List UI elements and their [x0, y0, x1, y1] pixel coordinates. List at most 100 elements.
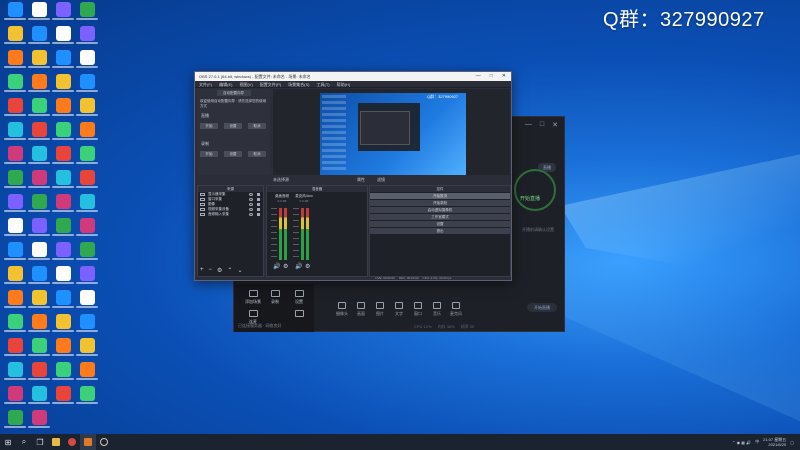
- desktop-shortcut[interactable]: [4, 218, 26, 236]
- stream-cancel-button[interactable]: 取消: [248, 123, 266, 129]
- record-settings-button[interactable]: 设置: [224, 151, 242, 157]
- search-icon[interactable]: ⌕: [16, 434, 32, 450]
- menu-item[interactable]: 配置文件(P): [260, 81, 281, 87]
- chevron-up-icon[interactable]: ⌃: [227, 267, 232, 274]
- gear-icon[interactable]: ⚙: [283, 263, 288, 270]
- lock-icon[interactable]: [257, 193, 260, 196]
- desktop-shortcut[interactable]: [4, 314, 26, 332]
- desktop-shortcut[interactable]: [76, 242, 98, 260]
- desktop-shortcut[interactable]: [52, 74, 74, 92]
- start-live-ring[interactable]: [514, 169, 556, 211]
- virtual-camera-button[interactable]: 启动虚拟摄像机: [370, 207, 510, 213]
- stream-settings-button[interactable]: 设置: [224, 123, 242, 129]
- desktop-shortcut[interactable]: [76, 194, 98, 212]
- desktop-shortcut[interactable]: [52, 386, 74, 404]
- desktop-shortcut[interactable]: [76, 266, 98, 284]
- desktop-shortcut[interactable]: [52, 50, 74, 68]
- desktop-shortcut[interactable]: [28, 146, 50, 164]
- browser-icon[interactable]: [64, 434, 80, 450]
- menu-item[interactable]: 视图(V): [239, 81, 252, 87]
- desktop-shortcut[interactable]: [4, 410, 26, 428]
- desktop-shortcut[interactable]: [28, 122, 50, 140]
- filters-button[interactable]: 滤镜: [377, 176, 385, 183]
- go-live-button[interactable]: 开始直播: [527, 303, 557, 312]
- add-icon[interactable]: +: [200, 267, 204, 274]
- desktop-shortcut[interactable]: [52, 242, 74, 260]
- studio-mode-button[interactable]: 工作室模式: [370, 214, 510, 220]
- desktop-shortcut[interactable]: [4, 338, 26, 356]
- menu-item[interactable]: 文件(F): [199, 81, 212, 87]
- eye-icon[interactable]: [249, 213, 253, 216]
- desktop-shortcut[interactable]: [28, 314, 50, 332]
- desktop-shortcut[interactable]: [28, 98, 50, 116]
- desktop-shortcut[interactable]: [52, 2, 74, 20]
- menu-item[interactable]: 场景集合(S): [288, 81, 309, 87]
- desktop-shortcut[interactable]: [52, 218, 74, 236]
- desktop-shortcut[interactable]: [28, 242, 50, 260]
- desktop-shortcut[interactable]: [28, 410, 50, 428]
- menu-item[interactable]: 帮助(H): [337, 81, 351, 87]
- desktop-shortcut[interactable]: [4, 266, 26, 284]
- desktop-shortcut[interactable]: [76, 314, 98, 332]
- add-scene-button[interactable]: 添加场景: [242, 290, 264, 308]
- notification-icon[interactable]: ▢: [790, 440, 794, 445]
- source-tool-button[interactable]: 麦克风: [448, 301, 464, 317]
- desktop-shortcut[interactable]: [52, 314, 74, 332]
- desktop-shortcut[interactable]: [28, 386, 50, 404]
- source-tool-button[interactable]: 音乐: [429, 301, 445, 317]
- desktop-shortcut[interactable]: [28, 218, 50, 236]
- source-item[interactable]: 音频输入采集: [198, 212, 263, 217]
- desktop-shortcut[interactable]: [52, 26, 74, 44]
- task-view-icon[interactable]: ❐: [32, 434, 48, 450]
- desktop-shortcut[interactable]: [76, 386, 98, 404]
- desktop-shortcut[interactable]: [52, 122, 74, 140]
- source-tool-button[interactable]: 文字: [391, 301, 407, 317]
- desktop-shortcut[interactable]: [4, 98, 26, 116]
- desktop-shortcut[interactable]: [4, 290, 26, 308]
- obs-window[interactable]: OBS 27.0.1 (64-bit, windows) - 配置文件: 未命名…: [194, 71, 512, 281]
- wifi-button[interactable]: [288, 310, 310, 328]
- desktop-shortcut[interactable]: [28, 338, 50, 356]
- desktop-shortcut[interactable]: [76, 338, 98, 356]
- desktop-shortcut[interactable]: [28, 74, 50, 92]
- close-button[interactable]: ✕: [502, 72, 506, 81]
- source-tool-button[interactable]: 窗口: [410, 301, 426, 317]
- chevron-down-icon[interactable]: ⌄: [237, 267, 242, 274]
- desktop-shortcut[interactable]: [28, 290, 50, 308]
- lock-icon[interactable]: [257, 213, 260, 216]
- desktop-shortcut[interactable]: [76, 290, 98, 308]
- desktop-shortcut[interactable]: [28, 26, 50, 44]
- desktop-shortcut[interactable]: [28, 194, 50, 212]
- file-explorer-icon[interactable]: [48, 434, 64, 450]
- record-start-button[interactable]: 开始: [200, 151, 218, 157]
- eye-icon[interactable]: [249, 198, 253, 201]
- settings-button[interactable]: 设置: [288, 290, 310, 308]
- desktop-shortcut[interactable]: [4, 74, 26, 92]
- desktop-shortcut[interactable]: [4, 146, 26, 164]
- app-icon[interactable]: [80, 434, 96, 450]
- gear-icon[interactable]: ⚙: [305, 263, 310, 270]
- stream-start-button[interactable]: 开始: [200, 123, 218, 129]
- speaker-icon[interactable]: 🔊: [295, 263, 302, 270]
- desktop-shortcut[interactable]: [4, 362, 26, 380]
- lock-icon[interactable]: [257, 203, 260, 206]
- desktop-shortcut[interactable]: [76, 26, 98, 44]
- desktop-shortcut[interactable]: [52, 290, 74, 308]
- desktop-shortcut[interactable]: [76, 218, 98, 236]
- record-button[interactable]: 录制: [264, 290, 286, 308]
- clock[interactable]: 21:07 星期五 2021/8/20: [763, 437, 786, 447]
- desktop-shortcut[interactable]: [52, 146, 74, 164]
- desktop-shortcut[interactable]: [52, 98, 74, 116]
- desktop-shortcut[interactable]: [4, 194, 26, 212]
- desktop-shortcut[interactable]: [76, 74, 98, 92]
- start-streaming-button[interactable]: 开始推流: [370, 193, 510, 199]
- remove-icon[interactable]: −: [209, 267, 213, 274]
- desktop-shortcut[interactable]: [4, 50, 26, 68]
- preview-canvas[interactable]: Q群：327990927: [273, 89, 510, 175]
- desktop-shortcut[interactable]: [4, 170, 26, 188]
- gear-icon[interactable]: ⚙: [217, 267, 222, 274]
- speaker-icon[interactable]: 🔊: [273, 263, 280, 270]
- desktop-shortcut[interactable]: [76, 362, 98, 380]
- desktop-shortcut[interactable]: [52, 194, 74, 212]
- properties-button[interactable]: 属性: [357, 176, 365, 183]
